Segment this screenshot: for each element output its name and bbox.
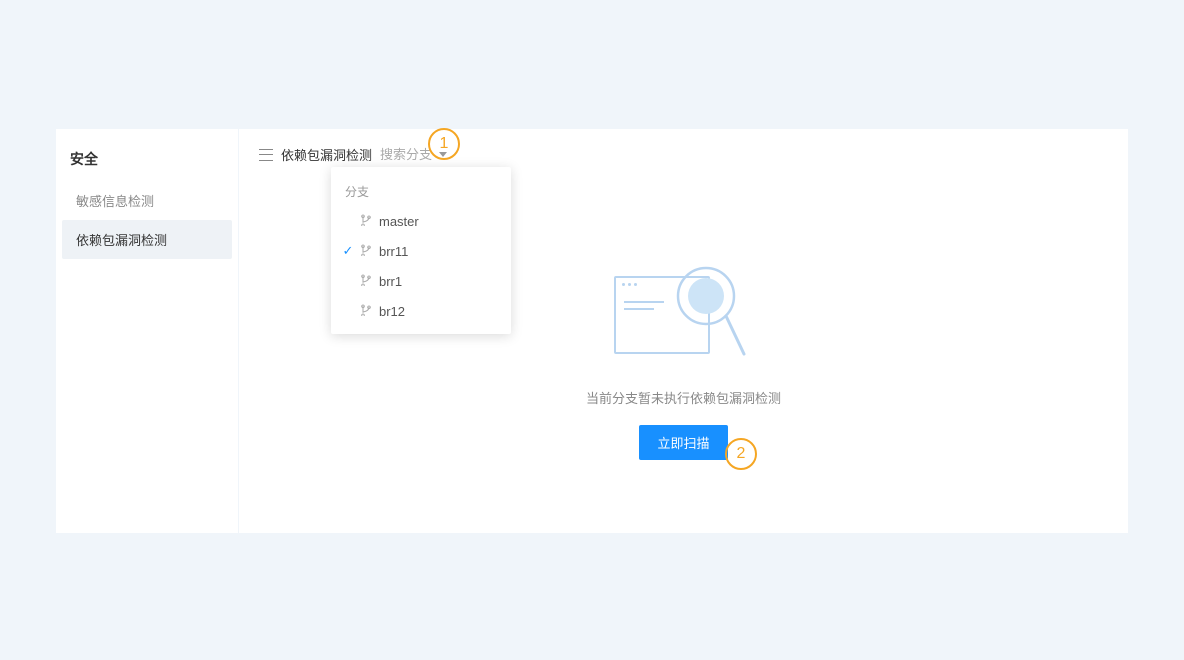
dropdown-item-br12[interactable]: br12 bbox=[331, 296, 511, 326]
dropdown-item-label: brr1 bbox=[379, 274, 402, 289]
branch-icon bbox=[361, 303, 373, 319]
scan-now-button[interactable]: 立即扫描 bbox=[639, 425, 727, 460]
sidebar-item-sensitive[interactable]: 敏感信息检测 bbox=[62, 181, 232, 220]
check-icon: ✓ bbox=[343, 243, 354, 259]
dropdown-item-brr11[interactable]: ✓ brr11 bbox=[331, 236, 511, 266]
callout-marker-2: 2 bbox=[725, 438, 757, 470]
sidebar-title: 安全 bbox=[56, 145, 238, 181]
empty-message: 当前分支暂未执行依赖包漏洞检测 bbox=[586, 388, 781, 407]
dropdown-item-label: master bbox=[379, 214, 419, 229]
page-title: 依赖包漏洞检测 bbox=[281, 145, 372, 164]
sidebar: 安全 敏感信息检测 依赖包漏洞检测 bbox=[56, 129, 238, 533]
branch-icon bbox=[361, 213, 373, 229]
dropdown-item-label: brr11 bbox=[379, 244, 408, 259]
dropdown-item-brr1[interactable]: brr1 bbox=[331, 266, 511, 296]
dropdown-section-label: 分支 bbox=[331, 175, 511, 206]
dropdown-item-master[interactable]: master bbox=[331, 206, 511, 236]
empty-illustration bbox=[614, 264, 754, 364]
branch-icon bbox=[361, 273, 373, 289]
dropdown-item-label: br12 bbox=[379, 304, 405, 319]
sidebar-item-label: 敏感信息检测 bbox=[76, 194, 154, 209]
callout-marker-1: 1 bbox=[428, 128, 460, 160]
sidebar-item-dependency[interactable]: 依赖包漏洞检测 bbox=[62, 220, 232, 259]
sidebar-item-label: 依赖包漏洞检测 bbox=[76, 233, 167, 248]
toolbar: 依赖包漏洞检测 bbox=[259, 145, 1108, 164]
branch-dropdown: 分支 master ✓ brr11 bbox=[331, 167, 511, 334]
branch-icon bbox=[361, 243, 373, 259]
check-slot: ✓ bbox=[341, 243, 355, 259]
magnifier-icon bbox=[676, 264, 746, 360]
search-branch-input[interactable] bbox=[380, 147, 435, 162]
hamburger-icon[interactable] bbox=[259, 149, 273, 161]
main-content: 依赖包漏洞检测 分支 master ✓ bbox=[239, 129, 1128, 533]
